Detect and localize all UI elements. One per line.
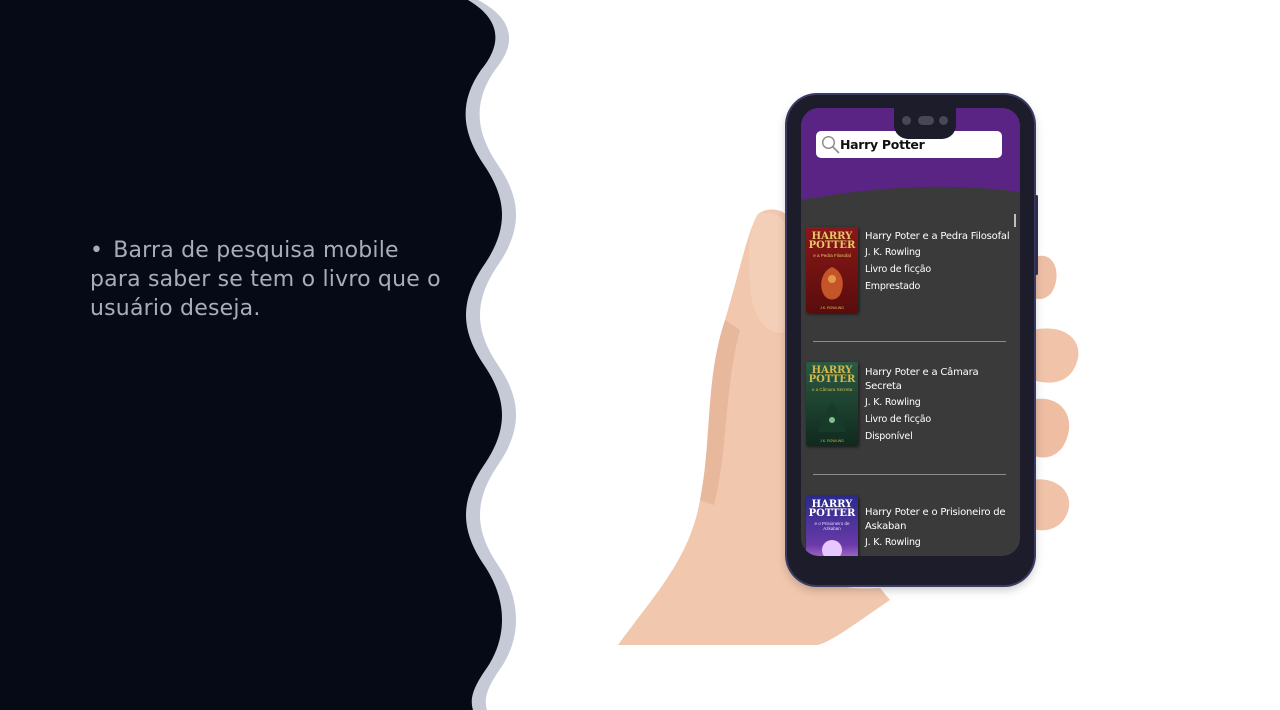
cover-brand-2: POTTER xyxy=(808,374,856,385)
phone-notch xyxy=(894,108,956,139)
camera-icon xyxy=(902,116,911,125)
smartphone: Harry Potter HARRY POTTER e a Pedra Filo… xyxy=(787,95,1038,585)
book-info-3: Harry Poter e o Prisioneiro de Askaban J… xyxy=(865,506,1017,551)
search-input[interactable]: Harry Potter xyxy=(840,137,925,152)
list-item-book-1[interactable]: HARRY POTTER e a Pedra Filosofal J.K. RO… xyxy=(801,226,1020,326)
cover-author: J.K. ROWLING xyxy=(820,306,844,310)
book-title: Harry Poter e o Prisioneiro de Askaban xyxy=(865,507,1006,532)
book-info-2: Harry Poter e a Câmara Secreta J. K. Row… xyxy=(865,366,1017,445)
cover-art xyxy=(822,540,842,556)
book-cover-1[interactable]: HARRY POTTER e a Pedra Filosofal J.K. RO… xyxy=(806,227,858,313)
book-title: Harry Poter e a Câmara Secreta xyxy=(865,367,979,392)
cover-brand-2: POTTER xyxy=(808,508,856,519)
list-item-book-2[interactable]: HARRY POTTER e a Câmara Secreta J.K. ROW… xyxy=(801,362,1020,462)
phone-side-button xyxy=(1035,195,1038,275)
cover-subtitle: e a Câmara Secreta xyxy=(811,387,853,392)
cover-art xyxy=(821,267,843,300)
book-info-1: Harry Poter e a Pedra Filosofal J. K. Ro… xyxy=(865,230,1017,295)
finger-4 xyxy=(1030,479,1070,531)
book-author: J. K. Rowling xyxy=(865,397,921,408)
book-author: J. K. Rowling xyxy=(865,247,921,258)
book-genre: Livro de ficção xyxy=(865,264,932,275)
book-title: Harry Poter e a Pedra Filosofal xyxy=(865,231,1010,242)
cover-subtitle: e a Pedra Filosofal xyxy=(813,253,851,258)
list-item-book-3[interactable]: HARRY POTTER e o Prisioneiro de Azkaban … xyxy=(801,496,1020,556)
cover-author: J.K. ROWLING xyxy=(820,439,844,443)
search-icon[interactable] xyxy=(821,135,840,154)
book-status: Disponível xyxy=(865,431,913,442)
finger-1 xyxy=(1035,255,1057,300)
book-author: J. K. Rowling xyxy=(865,537,921,548)
book-status: Emprestado xyxy=(865,281,921,292)
book-cover-2[interactable]: HARRY POTTER e a Câmara Secreta J.K. ROW… xyxy=(806,362,858,446)
cover-art xyxy=(818,402,846,432)
book-cover-3[interactable]: HARRY POTTER e o Prisioneiro de Azkaban xyxy=(806,496,858,556)
phone-screen: Harry Potter HARRY POTTER e a Pedra Filo… xyxy=(801,108,1020,556)
hand-illustration xyxy=(618,209,1079,645)
finger-2 xyxy=(1033,328,1079,383)
list-divider xyxy=(813,341,1006,342)
cover-subtitle: e o Prisioneiro de Azkaban xyxy=(814,521,850,531)
list-divider xyxy=(813,474,1006,475)
speaker-icon xyxy=(918,116,934,125)
cover-brand-2: POTTER xyxy=(808,240,856,251)
book-genre: Livro de ficção xyxy=(865,414,932,425)
sensor-icon xyxy=(939,116,948,125)
